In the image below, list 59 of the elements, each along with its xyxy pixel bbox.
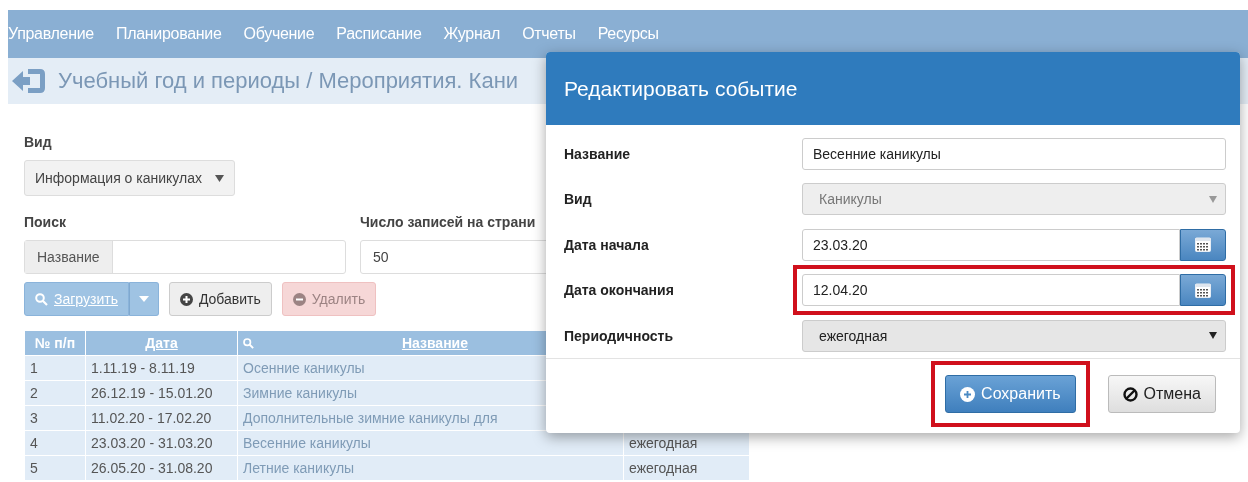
table-cell: 26.05.20 - 31.08.20	[85, 455, 238, 481]
calendar-button[interactable]	[1180, 228, 1226, 261]
load-button[interactable]: Загрузить	[24, 282, 129, 316]
dropdown-icon	[1209, 332, 1217, 340]
caret-icon	[138, 296, 149, 302]
nav-item[interactable]: Обучение	[243, 25, 315, 43]
nav-item[interactable]: Планирование	[115, 25, 222, 43]
nav-item[interactable]: Отчеты	[522, 25, 576, 43]
nav-item[interactable]: Ресурсы	[597, 25, 659, 43]
dropdown-icon	[215, 174, 224, 182]
table-cell: 26.12.19 - 15.01.20	[85, 380, 238, 406]
column-header[interactable]: Дата	[145, 335, 178, 351]
cancel-button[interactable]: Отмена	[1107, 375, 1216, 413]
table-cell: 1.11.19 - 8.11.19	[85, 355, 238, 381]
table-cell: 23.03.20 - 31.03.20	[85, 430, 238, 456]
name-field[interactable]: Весенние каникулы	[802, 137, 1226, 170]
field-label: Вид	[24, 134, 53, 150]
table-cell: 2	[24, 380, 86, 406]
calendar-button[interactable]	[1180, 274, 1226, 307]
date-field[interactable]: 12.04.20	[802, 274, 1180, 307]
nav-item[interactable]: Управление	[8, 25, 94, 43]
search-field[interactable]: Название	[24, 240, 346, 274]
table-cell: 3	[24, 405, 86, 431]
back-icon[interactable]	[12, 68, 46, 94]
table-cell: 11.02.20 - 17.02.20	[85, 405, 238, 431]
calendar-icon	[1195, 237, 1211, 253]
field-label: Число записей на страни	[360, 214, 537, 230]
dialog-title: Редактировать событие	[564, 76, 798, 101]
page-title: Учебный год и периоды / Мероприятия. Кани	[58, 68, 519, 94]
table-cell[interactable]: Летние каникулы	[237, 455, 624, 481]
field-label: Поиск	[24, 214, 67, 230]
table-cell: 5	[24, 455, 86, 481]
plus-circle-icon	[179, 292, 193, 306]
view-select[interactable]: Информация о каникулах	[24, 160, 235, 196]
field-label: Периодичность	[564, 327, 675, 344]
dropdown-icon	[1209, 195, 1217, 203]
field-label: Дата начала	[564, 236, 650, 253]
search-icon	[35, 292, 48, 306]
table-cell: ежегодная	[623, 455, 750, 481]
save-button[interactable]: Сохранить	[945, 375, 1076, 413]
calendar-icon	[1195, 282, 1211, 298]
field-label: Дата окончания	[564, 282, 675, 299]
minus-circle-icon	[292, 292, 306, 306]
plus-circle-icon	[960, 386, 976, 402]
field-label: Вид	[564, 191, 593, 208]
table-cell[interactable]: Весенние каникулы	[237, 430, 624, 456]
nav-item[interactable]: Расписание	[336, 25, 422, 43]
column-header[interactable]: Название	[401, 335, 468, 351]
field-label: Название	[564, 145, 632, 162]
select-field[interactable]: ежегодная	[802, 319, 1226, 352]
date-field[interactable]: 23.03.20	[802, 228, 1180, 261]
add-button[interactable]: Добавить	[168, 282, 272, 316]
nav-item[interactable]: Журнал	[443, 25, 501, 43]
column-header[interactable]: № п/п	[24, 330, 86, 356]
table-cell: 4	[24, 430, 86, 456]
search-icon[interactable]	[243, 338, 254, 349]
dropdown-button[interactable]	[128, 282, 159, 316]
cancel-icon	[1122, 386, 1138, 402]
table-cell: 1	[24, 355, 86, 381]
